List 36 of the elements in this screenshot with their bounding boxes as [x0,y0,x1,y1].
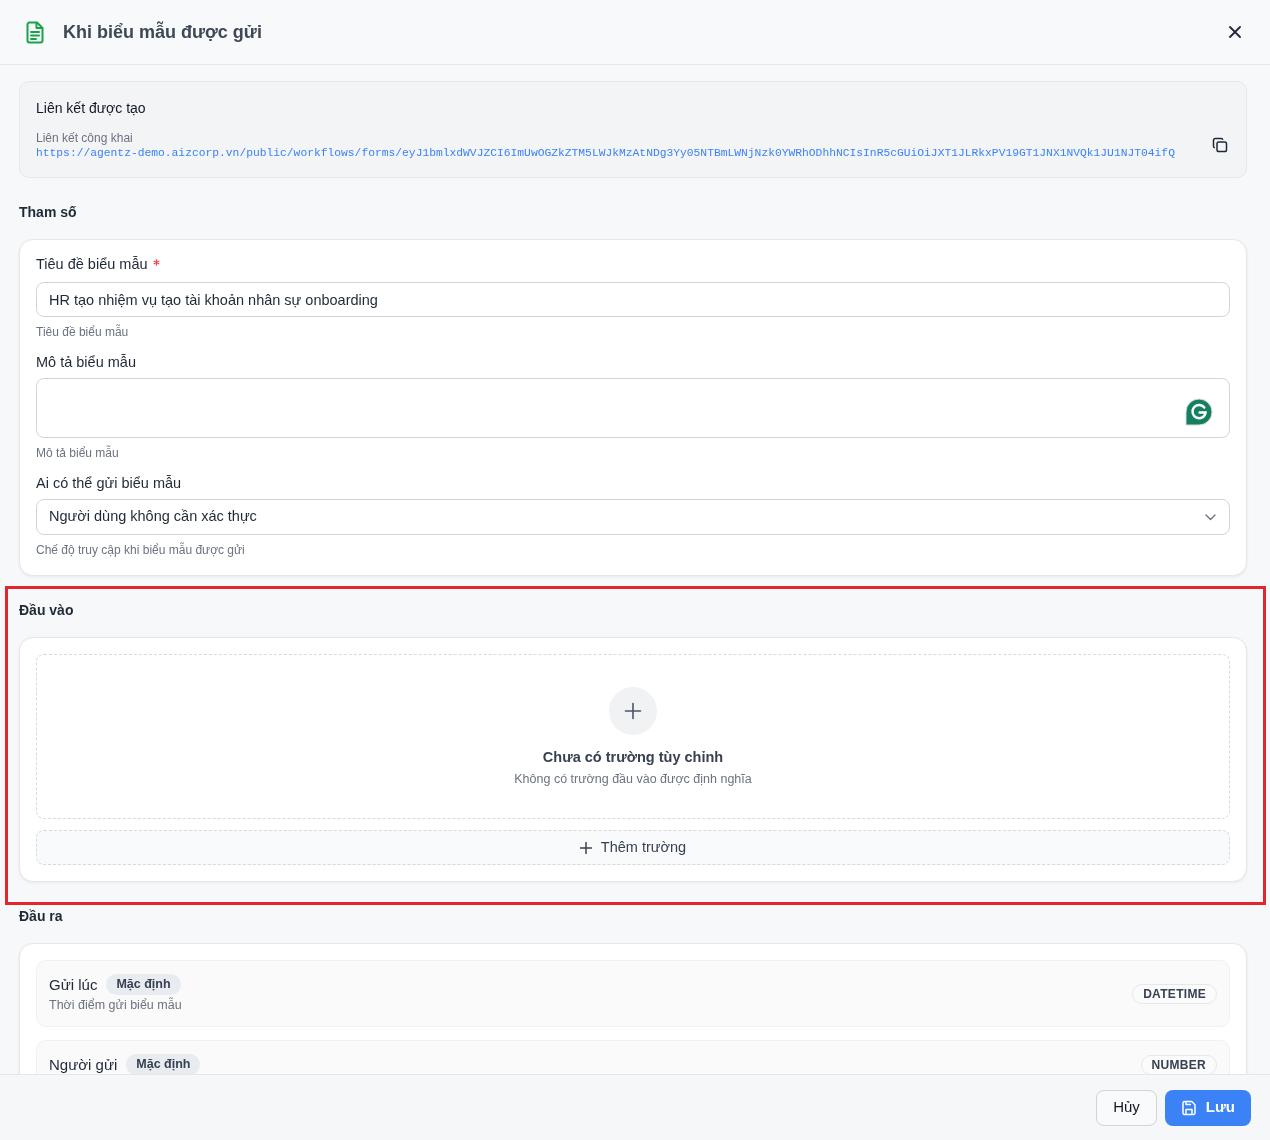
helper-text: Chế độ truy cập khi biểu mẫu được gửi [36,542,245,558]
select-field[interactable]: Người dùng không cần xác thực [36,499,1230,535]
document-icon [25,20,45,44]
text-input[interactable]: HR tạo nhiệm vụ tạo tài khoản nhân sự onboarding [36,282,1230,317]
field-label: Tiêu đề biểu mẫu [36,255,148,274]
empty-state-text: Không có trường đầu vào được định nghĩa [514,771,752,787]
close-icon [1229,26,1241,38]
section-heading: Tham số [19,203,77,222]
dialog-title: Khi biểu mẫu được gửi [63,20,263,44]
public-url-link[interactable]: https://agentz-demo.aizcorp.vn/public/workflows/forms/eyJ1bmlxdWVJZCI6ImUwOGZkZTM5LWJkMzAtNDg3Yy05NTBmLWNjNzk0YWRhODhhNCIsInR5cGUiOiJXT1JLRkxPV19GT1JNX1NVQk1JU1NJT04ifQ [36,146,1175,160]
save-button[interactable]: Lưu [1164,1089,1251,1126]
textarea-field[interactable] [36,378,1230,438]
output-name: Gửi lúc [49,974,98,995]
copy-button[interactable] [1210,135,1230,155]
type-tag: DATETIME [1132,984,1217,1004]
helper-text: Tiêu đề biểu mẫu [36,324,129,340]
default-tag: Mặc định [126,1054,201,1074]
link-label: Liên kết công khai [36,130,133,146]
type-tag: NUMBER [1140,1055,1217,1074]
output-name: Người gửi [49,1054,118,1074]
section-heading: Đầu ra [19,907,63,926]
plus-circle-icon [609,687,657,735]
output-description: Thời điểm gửi biểu mẫu [49,997,182,1013]
plus-icon [579,841,592,854]
add-field-button[interactable]: Thêm trường [36,830,1230,865]
empty-state-title: Chưa có trường tùy chỉnh [542,748,724,767]
field-label: Mô tả biểu mẫu [36,353,136,372]
close-button[interactable] [1227,24,1243,40]
field-label: Ai có thể gửi biểu mẫu [36,474,182,493]
cancel-button[interactable]: Hủy [1096,1089,1157,1126]
chevron-down-icon [1205,513,1216,521]
card-title: Liên kết được tạo [36,99,147,118]
copy-icon [1212,137,1228,153]
helper-text: Mô tả biểu mẫu [36,445,119,461]
default-tag: Mặc định [106,974,181,995]
section-heading: Đầu vào [19,601,74,620]
